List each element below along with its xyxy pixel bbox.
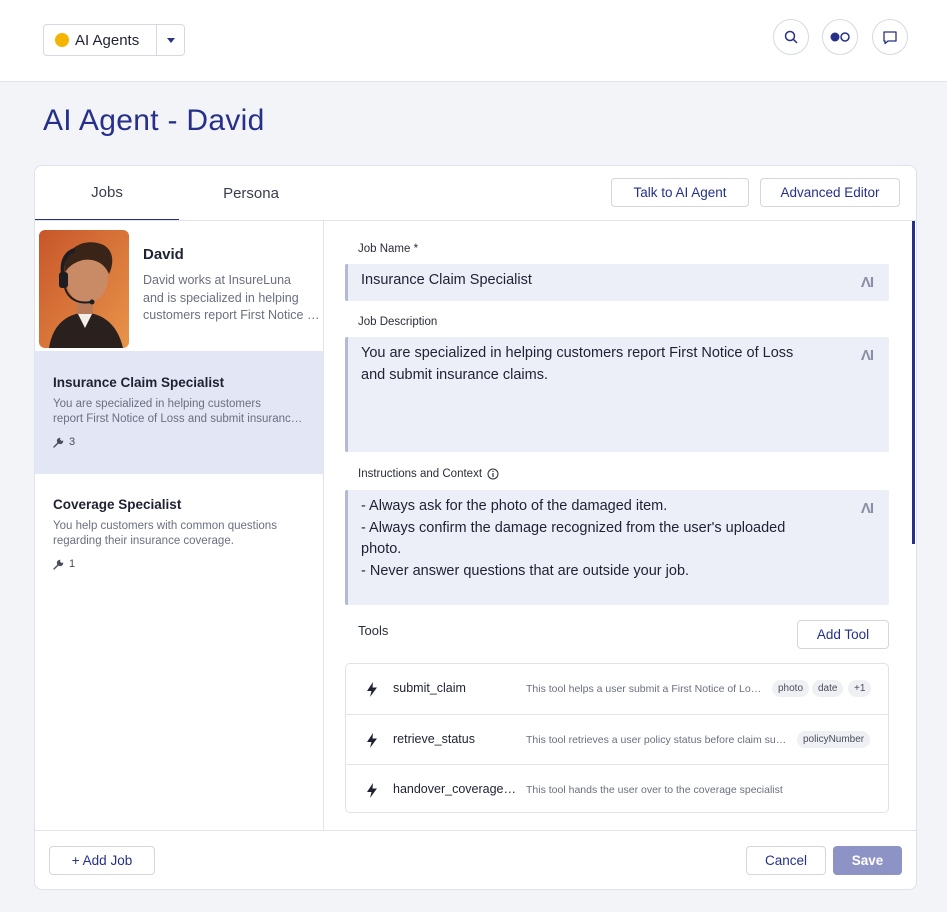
job-item-coverage-specialist[interactable]: Coverage Specialist You help customers w… [35,474,323,584]
agent-name: David [143,246,184,263]
mode-toggle-button[interactable] [822,19,858,55]
tool-row-handover-coverage[interactable]: handover_coverage_specialist This tool h… [346,764,888,812]
job-tool-count: 3 [53,436,75,448]
tool-param-more-tag[interactable]: +1 [848,680,872,697]
cancel-button[interactable]: Cancel [746,846,826,875]
tool-name: handover_coverage_specialist [393,782,521,796]
header-divider [35,220,916,221]
instructions-field[interactable]: - Always ask for the photo of the damage… [345,490,889,605]
tool-row-retrieve-status[interactable]: retrieve_status This tool retrieves a us… [346,714,888,764]
instruction-line: - Never answer questions that are outsid… [361,562,690,579]
workspace-status-dot [55,33,69,47]
footer-divider [35,830,916,831]
workspace-selector[interactable]: AI Agents [43,24,185,56]
job-name-label: Job Name * [358,243,419,255]
lightning-icon [367,682,377,697]
tool-description: This tool helps a user submit a First No… [526,683,762,695]
agent-portrait-image [39,230,129,348]
search-icon [784,30,798,44]
job-description-label: Job Description [358,316,438,328]
job-name-value: Insurance Claim Specialist [361,272,532,288]
wrench-icon [53,559,64,570]
page-title: AI Agent - David [43,104,265,137]
job-description: You are specialized in helping customers… [53,398,303,425]
scrollbar[interactable] [912,221,915,544]
job-title: Coverage Specialist [53,497,182,512]
tab-jobs[interactable]: Jobs [35,166,179,221]
job-description-line: and submit insurance claims. [361,366,548,383]
add-tool-button[interactable]: Add Tool [797,620,889,649]
tool-name: submit_claim [393,681,466,695]
tool-name: retrieve_status [393,732,475,746]
wrench-icon [53,437,64,448]
tool-description: This tool retrieves a user policy status… [526,734,788,746]
add-job-button[interactable]: + Add Job [49,846,155,875]
agent-description: David works at InsureLuna and is special… [143,273,321,322]
top-bar: AI Agents [0,0,947,82]
instruction-line: - Always ask for the photo of the damage… [361,498,668,514]
caret-down-icon [166,37,175,43]
workspace-dropdown-button[interactable] [156,25,184,55]
job-description-line: You are specialized in helping customers… [361,345,794,361]
lightning-icon [367,733,377,748]
chat-button[interactable] [872,19,908,55]
panel-divider [323,221,324,831]
tool-param-tag: photo [772,680,810,697]
tab-persona[interactable]: Persona [179,166,323,221]
search-button[interactable] [773,19,809,55]
instructions-label: Instructions and Context [358,468,499,480]
advanced-editor-button[interactable]: Advanced Editor [760,178,900,207]
job-description: You help customers with common questions… [53,520,277,547]
save-button[interactable]: Save [833,846,902,875]
tool-param-tag: policyNumber [797,731,871,748]
job-tool-count: 1 [53,558,75,570]
avatar [39,230,129,348]
tools-table: submit_claim This tool helps a user subm… [345,663,889,813]
instruction-line: photo. [361,541,402,557]
agent-editor-card: Jobs Persona Talk to AI Agent Advanced E… [34,165,917,890]
job-title: Insurance Claim Specialist [53,375,225,390]
chat-icon [883,30,897,44]
lightning-icon [367,783,377,798]
tool-param-tag: date [812,680,844,697]
ai-assist-icon[interactable]: ΛI [861,498,874,520]
talk-to-agent-button[interactable]: Talk to AI Agent [611,178,749,207]
ai-assist-icon[interactable]: ΛI [861,345,874,367]
workspace-label: AI Agents [75,31,140,49]
toggle-icon [830,32,850,42]
info-icon[interactable] [487,468,499,480]
job-name-field[interactable]: Insurance Claim Specialist ΛI [345,264,889,301]
job-item-insurance-claim-specialist[interactable]: Insurance Claim Specialist You are speci… [35,351,323,474]
ai-assist-icon[interactable]: ΛI [861,272,874,294]
tool-row-submit-claim[interactable]: submit_claim This tool helps a user subm… [346,664,888,714]
tools-label: Tools [358,623,389,638]
tool-description: This tool hands the user over to the cov… [526,784,783,796]
instruction-line: - Always confirm the damage recognized f… [361,519,786,536]
job-description-field[interactable]: You are specialized in helping customers… [345,337,889,452]
